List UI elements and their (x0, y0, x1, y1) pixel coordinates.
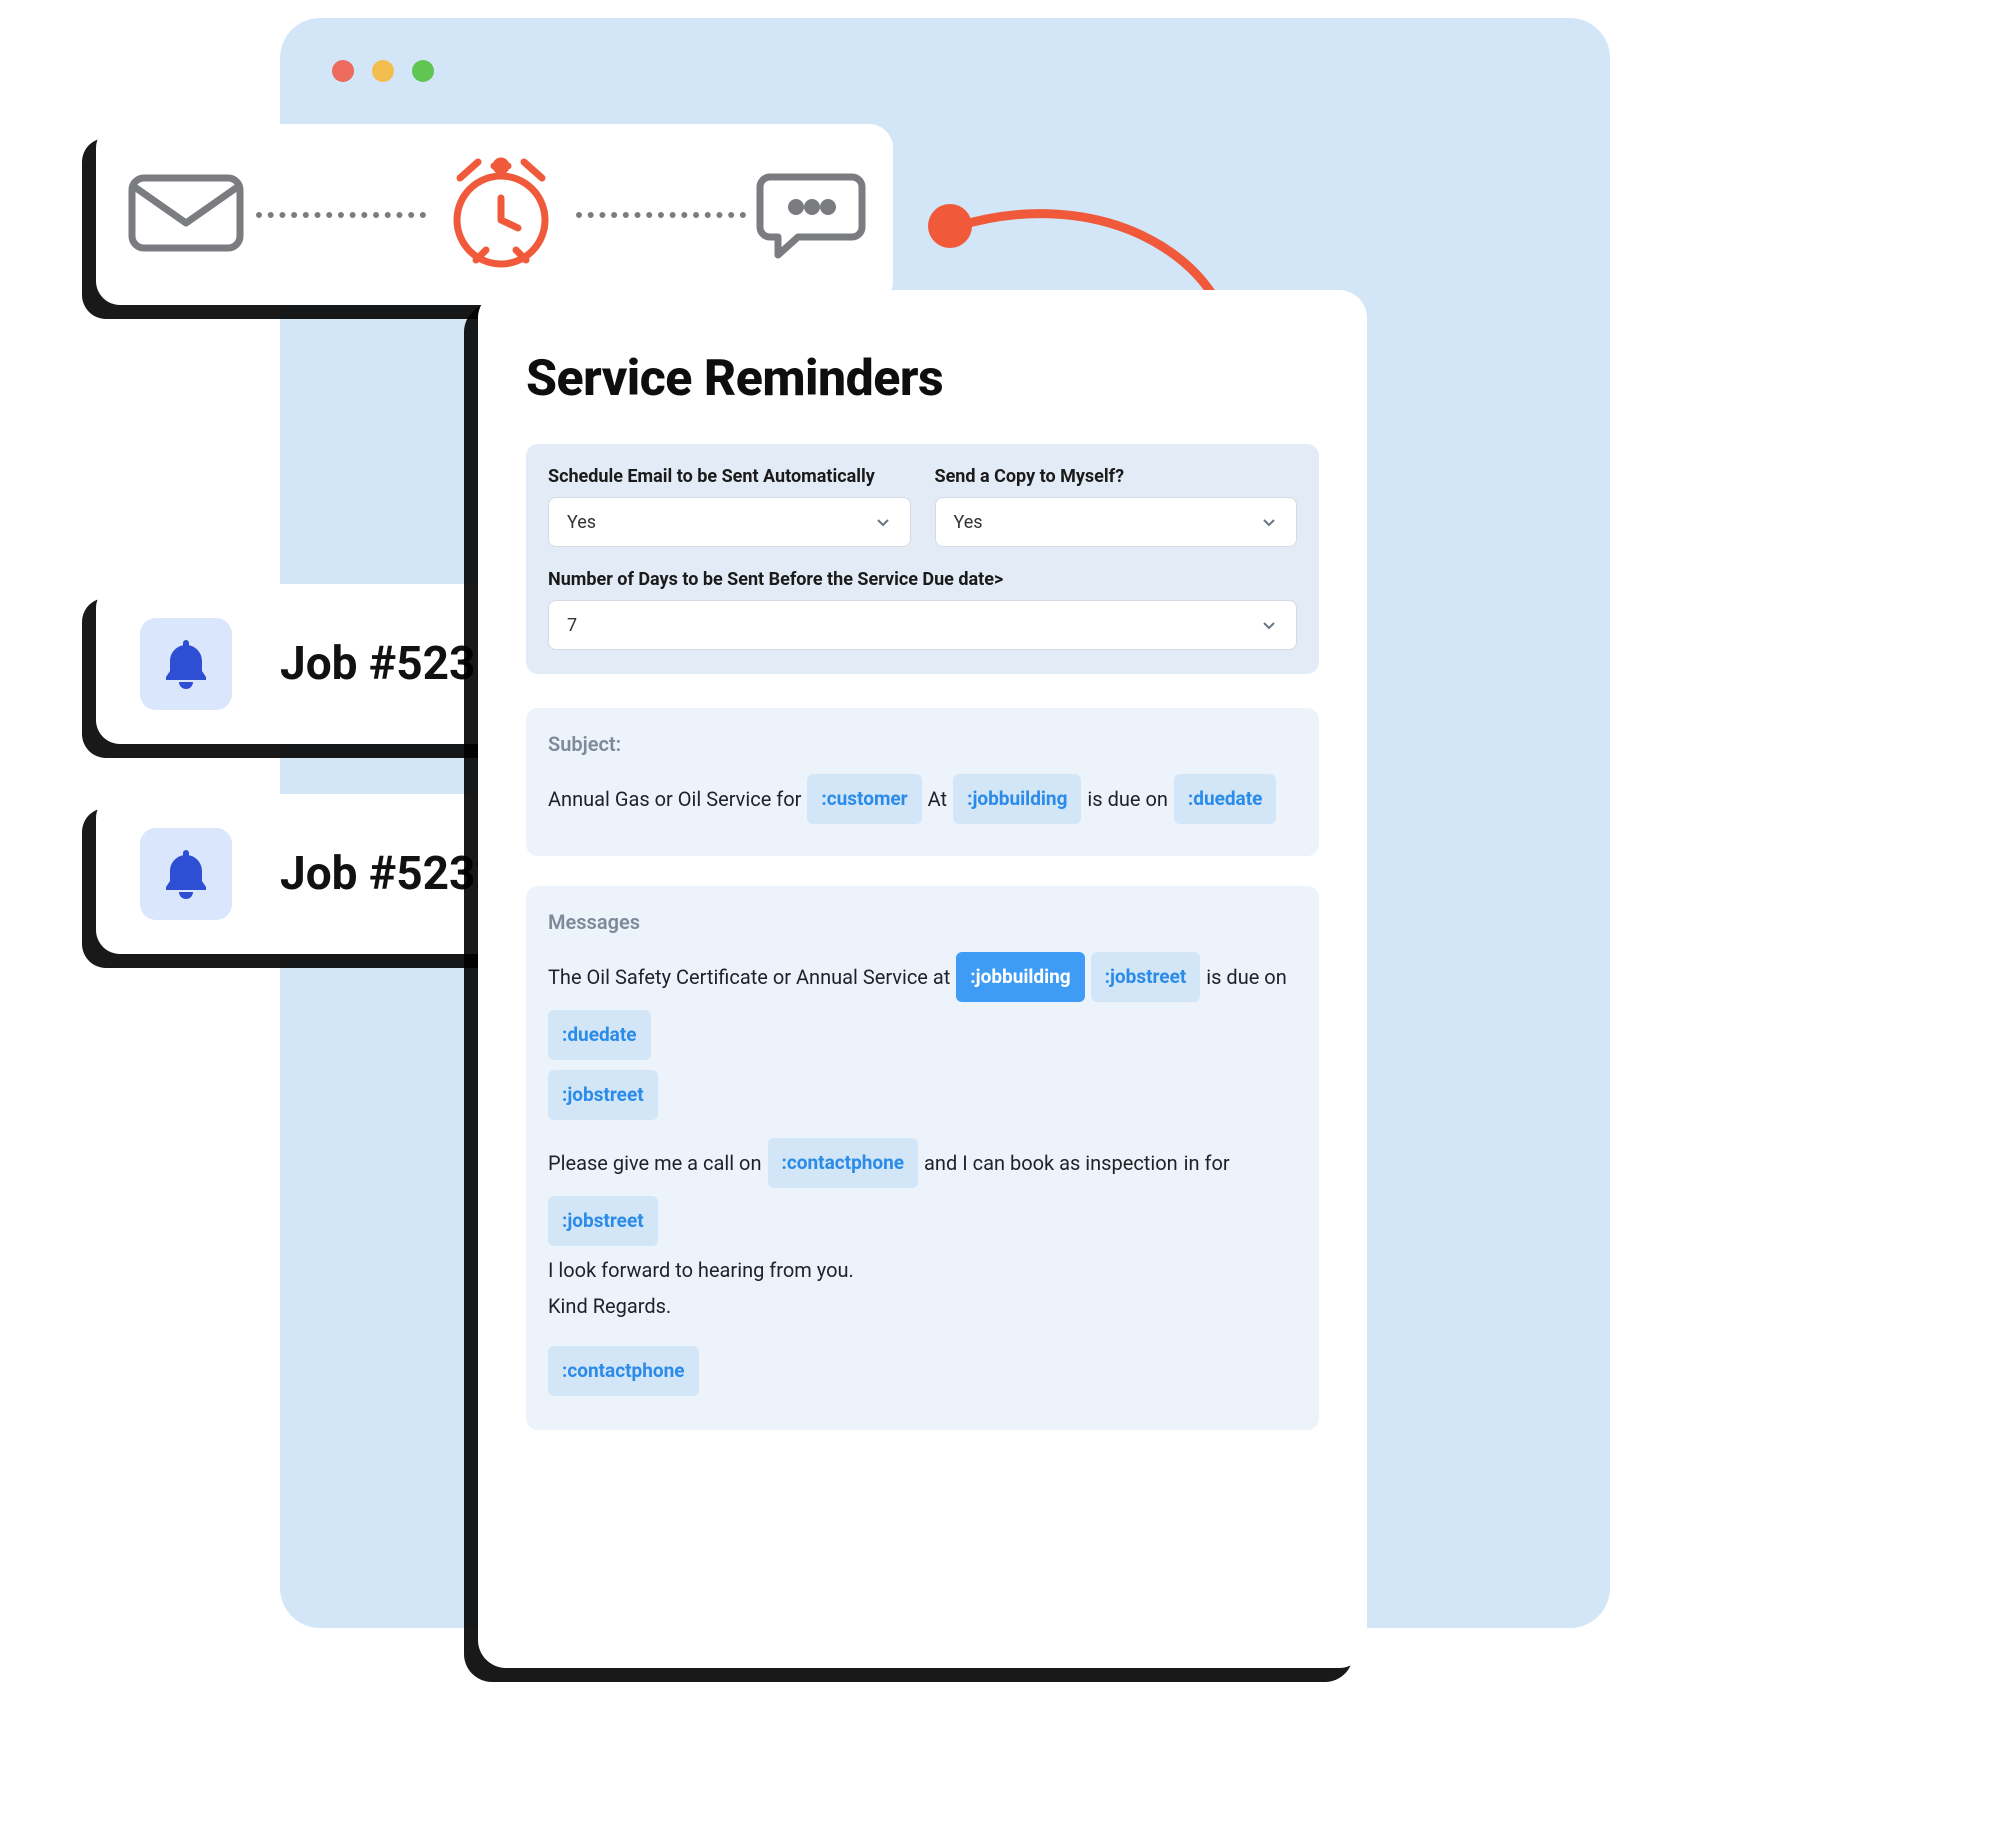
token-jobbuilding[interactable]: :jobbuilding (953, 774, 1081, 824)
schedule-email-label: Schedule Email to be Sent Automatically (548, 466, 911, 487)
notification-bell-icon (140, 618, 232, 710)
token-duedate[interactable]: :duedate (1174, 774, 1277, 824)
job-title: Job #5231 (280, 637, 502, 691)
token-jobstreet[interactable]: :jobstreet (548, 1196, 658, 1246)
token-customer[interactable]: :customer (807, 774, 921, 824)
alarm-clock-icon (436, 148, 566, 282)
maximize-window-dot[interactable] (412, 60, 434, 82)
message-text: Please give me a call on (548, 1143, 762, 1183)
schedule-email-value: Yes (567, 512, 596, 533)
send-copy-select[interactable]: Yes (935, 497, 1298, 547)
reminder-settings-block: Schedule Email to be Sent Automatically … (526, 444, 1319, 674)
subject-text: At (928, 779, 947, 819)
connector-dots (576, 212, 746, 218)
connector-dots (256, 212, 426, 218)
token-duedate[interactable]: :duedate (548, 1010, 651, 1060)
messages-block: Messages The Oil Safety Certificate or A… (526, 886, 1319, 1430)
minimize-window-dot[interactable] (372, 60, 394, 82)
send-copy-value: Yes (954, 512, 983, 533)
message-text: is due on (1206, 957, 1286, 997)
message-line[interactable]: The Oil Safety Certificate or Annual Ser… (548, 952, 1297, 1060)
window-traffic-lights (332, 60, 434, 82)
schedule-email-select[interactable]: Yes (548, 497, 911, 547)
message-text: The Oil Safety Certificate or Annual Ser… (548, 957, 950, 997)
mail-icon (126, 168, 246, 262)
chat-bubble-icon (756, 163, 866, 267)
token-contactphone[interactable]: :contactphone (548, 1346, 699, 1396)
chevron-down-icon (874, 513, 892, 531)
service-reminders-panel: Service Reminders Schedule Email to be S… (478, 290, 1367, 1668)
token-jobstreet[interactable]: :jobstreet (1091, 952, 1201, 1002)
messages-label: Messages (548, 910, 1297, 934)
workflow-card (96, 124, 893, 305)
send-copy-label: Send a Copy to Myself? (935, 466, 1298, 487)
token-jobbuilding[interactable]: :jobbuilding (956, 952, 1084, 1002)
subject-text: Annual Gas or Oil Service for (548, 779, 801, 819)
notification-bell-icon (140, 828, 232, 920)
close-window-dot[interactable] (332, 60, 354, 82)
message-text: and I can book as inspection (924, 1143, 1178, 1183)
chevron-down-icon (1260, 513, 1278, 531)
message-line[interactable]: :jobstreet (548, 1070, 1297, 1120)
days-before-value: 7 (567, 615, 577, 636)
message-line[interactable]: :contactphone (548, 1346, 1297, 1396)
subject-label: Subject: (548, 732, 1297, 756)
job-title: Job #5232 (280, 847, 502, 901)
message-text: in for (1184, 1143, 1230, 1183)
subject-text: is due on (1087, 779, 1167, 819)
subject-line[interactable]: Annual Gas or Oil Service for :customer … (548, 774, 1297, 824)
token-jobstreet[interactable]: :jobstreet (548, 1070, 658, 1120)
days-before-label: Number of Days to be Sent Before the Ser… (548, 569, 1297, 590)
panel-title: Service Reminders (526, 350, 1319, 408)
days-before-select[interactable]: 7 (548, 600, 1297, 650)
message-line[interactable]: Please give me a call on :contactphone a… (548, 1138, 1297, 1246)
subject-block: Subject: Annual Gas or Oil Service for :… (526, 708, 1319, 856)
token-contactphone[interactable]: :contactphone (768, 1138, 919, 1188)
message-text: Kind Regards. (548, 1294, 1297, 1318)
chevron-down-icon (1260, 616, 1278, 634)
message-text: I look forward to hearing from you. (548, 1258, 1297, 1282)
